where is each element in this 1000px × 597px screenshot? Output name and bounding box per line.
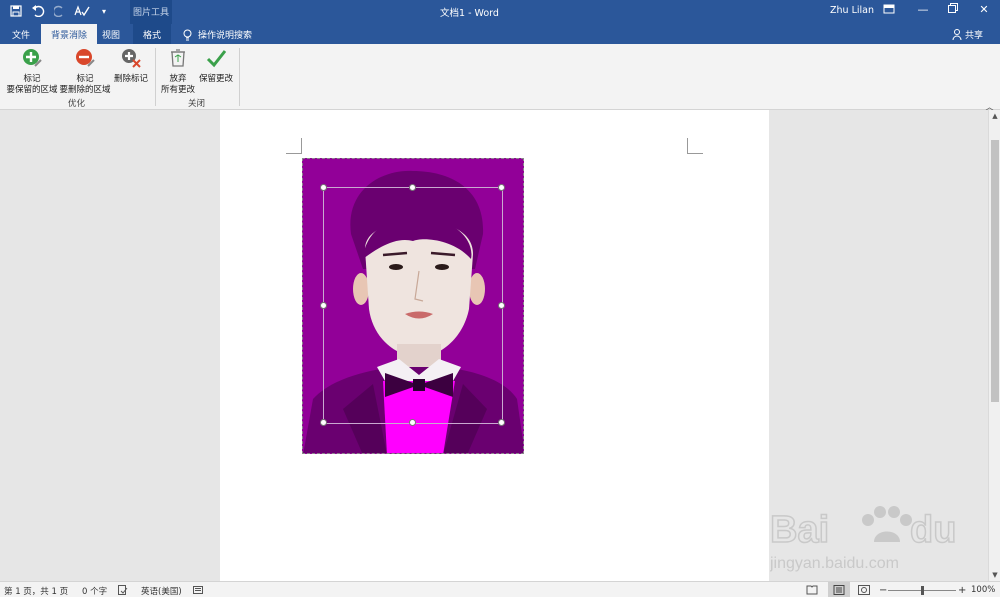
plus-pencil-icon xyxy=(23,49,42,67)
tab-format[interactable]: 格式 xyxy=(133,24,172,44)
resize-handle[interactable] xyxy=(320,301,327,309)
mark-remove-button[interactable]: 标记 要删除的区域 xyxy=(59,48,111,96)
customize-qat-icon[interactable]: ▾ xyxy=(96,3,112,19)
margin-corner-top-right xyxy=(687,138,703,154)
save-icon[interactable] xyxy=(8,3,24,19)
page-count[interactable]: 第 1 页，共 1 页 xyxy=(4,585,68,597)
picture-tools-label: 图片工具 xyxy=(130,0,172,24)
zoom-slider-handle[interactable] xyxy=(921,586,924,595)
keep-changes-label: 保留更改 xyxy=(198,74,233,84)
spelling-icon[interactable] xyxy=(74,3,90,19)
delete-mark-button[interactable]: 删除标记 xyxy=(112,48,150,85)
baidu-watermark-logo: Bai du jingyan.baidu.com xyxy=(769,490,990,576)
tab-background-removal[interactable]: 背景消除 xyxy=(41,24,98,44)
discard-line1: 放弃 xyxy=(169,74,187,84)
lightbulb-icon xyxy=(183,29,192,40)
resize-handle[interactable] xyxy=(409,184,416,191)
svg-text:du: du xyxy=(910,509,956,551)
group-separator xyxy=(239,48,240,106)
redo-icon[interactable] xyxy=(52,3,68,19)
mark-keep-line2: 要保留的区域 xyxy=(6,85,58,95)
resize-handle[interactable] xyxy=(498,301,505,309)
checkmark-icon xyxy=(206,50,227,68)
zoom-out-button[interactable]: − xyxy=(879,585,887,596)
tell-me-label: 操作说明搜索 xyxy=(198,31,253,41)
ribbon-display-options-icon[interactable] xyxy=(880,3,898,21)
mark-keep-button[interactable]: 标记 要保留的区域 xyxy=(6,48,58,96)
resize-handle[interactable] xyxy=(320,184,327,191)
ribbon: 标记 要保留的区域 标记 要删除的区域 删除标记 优化 放弃 所有更改 保留更改… xyxy=(0,44,1000,113)
title-bar: ▾ 图片工具 文档1 - Word Zhu Lilan — ✕ xyxy=(0,0,1000,24)
svg-text:Bai: Bai xyxy=(770,509,829,551)
removal-marquee[interactable] xyxy=(320,184,505,426)
macro-record-icon[interactable] xyxy=(193,585,203,597)
language-indicator[interactable]: 英语(美国) xyxy=(141,585,182,597)
undo-icon[interactable] xyxy=(30,3,46,19)
minus-pencil-icon xyxy=(76,49,95,67)
zoom-in-button[interactable]: + xyxy=(958,585,966,596)
person-icon xyxy=(952,29,962,40)
group-close-label: 关闭 xyxy=(188,99,206,109)
read-mode-icon[interactable] xyxy=(806,585,818,597)
print-layout-icon[interactable] xyxy=(828,582,850,597)
share-button[interactable]: 共享 xyxy=(952,28,983,41)
group-separator xyxy=(155,48,156,106)
margin-corner-top-left xyxy=(286,138,302,154)
svg-text:jingyan.baidu.com: jingyan.baidu.com xyxy=(770,555,899,572)
delete-mark-label: 删除标记 xyxy=(113,74,148,84)
tell-me-search[interactable]: 操作说明搜索 xyxy=(183,28,252,41)
user-name[interactable]: Zhu Lilan xyxy=(830,5,874,16)
close-icon[interactable]: ✕ xyxy=(975,3,993,21)
keep-changes-button[interactable]: 保留更改 xyxy=(196,48,236,85)
quick-access-toolbar: ▾ xyxy=(8,3,112,19)
document-title: 文档1 - Word xyxy=(440,8,499,19)
group-refine-label: 优化 xyxy=(68,99,86,109)
document-page[interactable] xyxy=(220,110,769,581)
web-layout-icon[interactable] xyxy=(858,585,870,597)
discard-changes-button[interactable]: 放弃 所有更改 xyxy=(159,48,197,96)
resize-handle[interactable] xyxy=(409,419,416,426)
tab-view[interactable]: 视图 xyxy=(92,24,130,44)
word-count[interactable]: 0 个字 xyxy=(82,585,107,597)
recycle-bin-icon xyxy=(171,49,185,67)
proofing-icon[interactable] xyxy=(118,585,128,597)
resize-handle[interactable] xyxy=(498,184,505,191)
mark-remove-line2: 要删除的区域 xyxy=(59,85,111,95)
status-bar: 第 1 页，共 1 页 0 个字 英语(美国) − + 100% xyxy=(0,581,1000,597)
discard-line2: 所有更改 xyxy=(160,85,195,95)
resize-handle[interactable] xyxy=(320,419,327,426)
delete-mark-icon xyxy=(122,49,141,68)
scroll-down-arrow-icon[interactable]: ▼ xyxy=(989,569,1000,581)
zoom-level[interactable]: 100% xyxy=(971,585,995,595)
ribbon-tabs: 文件 背景消除 视图 格式 操作说明搜索 共享 xyxy=(0,24,1000,44)
mark-keep-line1: 标记 xyxy=(23,74,41,84)
scroll-up-arrow-icon[interactable]: ▲ xyxy=(989,110,1000,122)
mark-remove-line1: 标记 xyxy=(76,74,94,84)
resize-handle[interactable] xyxy=(498,419,505,426)
minimize-icon[interactable]: — xyxy=(914,3,932,21)
share-label: 共享 xyxy=(965,31,984,41)
tab-file[interactable]: 文件 xyxy=(2,24,40,44)
restore-icon[interactable] xyxy=(944,3,962,21)
scroll-thumb[interactable] xyxy=(991,140,999,402)
portrait-image[interactable] xyxy=(302,158,524,454)
